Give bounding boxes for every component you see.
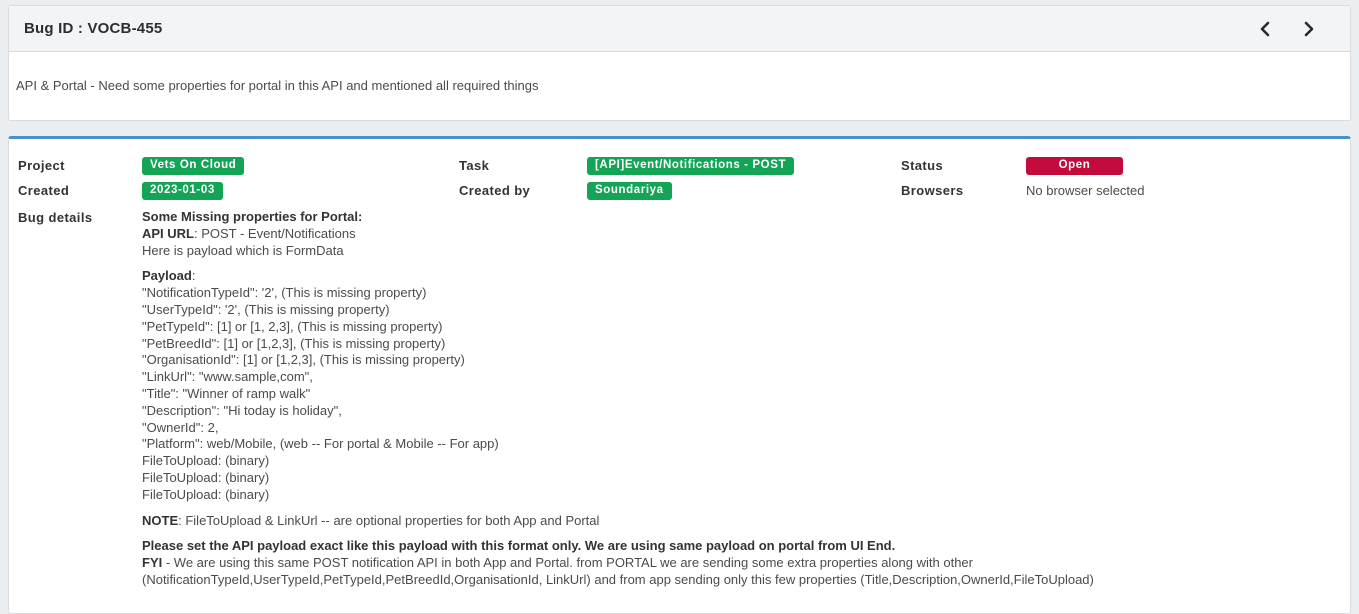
bug-details-line: "UserTypeId": '2', (This is missing prop…: [142, 302, 1312, 319]
bug-details-card: Project Vets On Cloud Task [API]Event/No…: [8, 136, 1351, 614]
details-row-3: Bug details Some Missing properties for …: [18, 209, 1332, 589]
bug-details-content: Some Missing properties for Portal:API U…: [142, 209, 1332, 589]
bug-details-line: "NotificationTypeId": '2', (This is miss…: [142, 285, 1312, 302]
created-value-cell: 2023-01-03: [142, 180, 459, 200]
status-label: Status: [901, 157, 1026, 174]
bug-header-card: Bug ID : VOCB-455 API & Portal - Need so…: [8, 5, 1351, 121]
bug-details-paragraph: NOTE: FileToUpload & LinkUrl -- are opti…: [142, 513, 1332, 530]
bug-summary-text: API & Portal - Need some properties for …: [16, 78, 538, 93]
bug-details-line: FileToUpload: (binary): [142, 487, 1312, 504]
page-title: Bug ID : VOCB-455: [24, 20, 1257, 37]
created-by-label: Created by: [459, 182, 587, 199]
project-value-cell: Vets On Cloud: [142, 155, 459, 175]
bug-details-line: "Platform": web/Mobile, (web -- For port…: [142, 436, 1312, 453]
task-label: Task: [459, 157, 587, 174]
bug-details-line: "PetTypeId": [1] or [1, 2,3], (This is m…: [142, 319, 1312, 336]
bug-details-paragraph: Please set the API payload exact like th…: [142, 538, 1332, 588]
task-value-cell: [API]Event/Notifications - POST: [587, 155, 901, 175]
bug-details-line: FileToUpload: (binary): [142, 453, 1312, 470]
bug-details-line: FileToUpload: (binary): [142, 470, 1312, 487]
bug-details-line: Payload:: [142, 268, 1312, 285]
bug-details-line: Some Missing properties for Portal:: [142, 209, 1312, 226]
chevron-right-icon: [1303, 21, 1315, 37]
bug-details-label: Bug details: [18, 209, 142, 226]
bug-details-line: Here is payload which is FormData: [142, 243, 1312, 260]
created-date-badge: 2023-01-03: [142, 182, 223, 200]
bug-details-line: "Description": "Hi today is holiday",: [142, 403, 1312, 420]
bug-header-bar: Bug ID : VOCB-455: [9, 6, 1350, 52]
status-open-badge[interactable]: Open: [1026, 157, 1123, 175]
browsers-value: No browser selected: [1026, 182, 1332, 199]
next-bug-button[interactable]: [1301, 19, 1317, 39]
bug-details-line: "OrganisationId": [1] or [1,2,3], (This …: [142, 352, 1312, 369]
chevron-left-icon: [1259, 21, 1271, 37]
created-by-badge: Soundariya: [587, 182, 672, 200]
bug-summary-section: API & Portal - Need some properties for …: [9, 52, 1350, 120]
bug-details-paragraph: Payload:"NotificationTypeId": '2', (This…: [142, 268, 1332, 503]
created-label: Created: [18, 182, 142, 199]
bug-details-line: "LinkUrl": "www.sample,com",: [142, 369, 1312, 386]
details-row-2: Created 2023-01-03 Created by Soundariya…: [18, 180, 1332, 200]
task-badge: [API]Event/Notifications - POST: [587, 157, 794, 175]
project-badge: Vets On Cloud: [142, 157, 244, 175]
bug-details-line: FYI - We are using this same POST notifi…: [142, 555, 1312, 589]
bug-details-line: API URL: POST - Event/Notifications: [142, 226, 1312, 243]
bug-details-line: "Title": "Winner of ramp walk": [142, 386, 1312, 403]
status-value-cell: Open: [1026, 155, 1332, 175]
bug-details-line: NOTE: FileToUpload & LinkUrl -- are opti…: [142, 513, 1312, 530]
previous-bug-button[interactable]: [1257, 19, 1273, 39]
bug-details-line: "PetBreedId": [1] or [1,2,3], (This is m…: [142, 336, 1312, 353]
browsers-label: Browsers: [901, 182, 1026, 199]
created-by-value-cell: Soundariya: [587, 180, 901, 200]
bug-details-paragraph: Some Missing properties for Portal:API U…: [142, 209, 1332, 259]
bug-details-line: "OwnerId": 2,: [142, 420, 1312, 437]
bug-details-line: Please set the API payload exact like th…: [142, 538, 1312, 555]
details-row-1: Project Vets On Cloud Task [API]Event/No…: [18, 155, 1332, 175]
bug-nav-arrows: [1257, 19, 1317, 39]
project-label: Project: [18, 157, 142, 174]
